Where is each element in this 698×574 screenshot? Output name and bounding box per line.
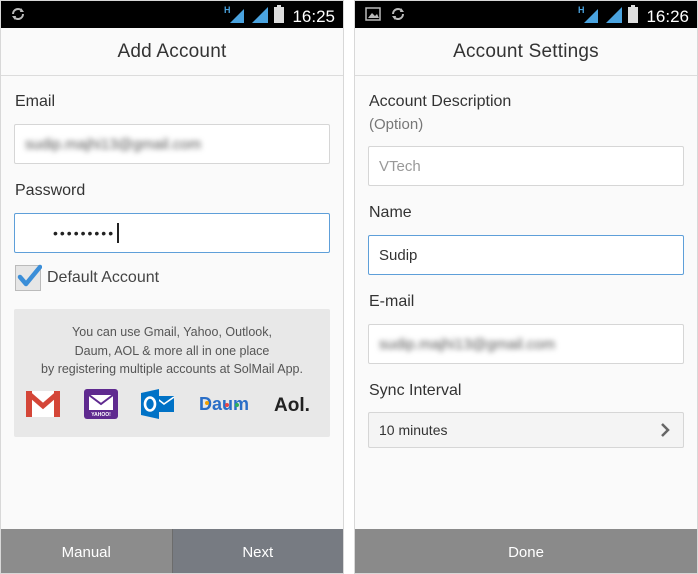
password-value: ••••••••• — [53, 225, 116, 241]
yahoo-logo-text: YAHOO! — [91, 412, 111, 418]
name-label: Name — [369, 204, 412, 221]
description-sublabel: (Option) — [369, 116, 424, 133]
signal-strength-icon — [606, 5, 623, 28]
email-value: sudip.majhi13@gmail.com — [379, 335, 556, 353]
promo-line-1: You can use Gmail, Yahoo, Outlook, — [72, 325, 272, 339]
default-account-row[interactable]: Default Account — [15, 264, 160, 291]
default-account-checkbox[interactable] — [15, 264, 42, 291]
description-field[interactable]: VTech — [368, 146, 684, 186]
daum-icon[interactable]: Daum — [199, 393, 251, 415]
image-notification-icon — [365, 7, 381, 26]
outlook-icon[interactable] — [141, 389, 175, 419]
chevron-right-icon — [659, 422, 671, 441]
page-title: Account Settings — [453, 40, 599, 62]
name-field[interactable]: Sudip — [368, 235, 684, 275]
battery-icon — [628, 5, 639, 28]
add-account-footer: Manual Next — [1, 529, 343, 573]
promo-line-3: by registering multiple accounts at SolM… — [41, 362, 303, 376]
sync-notification-icon — [391, 7, 405, 26]
network-type-label: H — [578, 5, 585, 15]
email-label: E-mail — [369, 293, 415, 310]
promo-line-2: Daum, AOL & more all in one place — [74, 343, 270, 358]
title-bar: Account Settings — [355, 28, 697, 76]
status-time: 16:26 — [646, 6, 689, 26]
account-settings-screen: H 16:26 Account Settings Account Descrip… — [354, 0, 698, 574]
name-value: Sudip — [379, 246, 418, 264]
description-label: Account Description — [369, 93, 512, 110]
signal-strength-icon — [252, 5, 269, 28]
email-label: Email — [15, 93, 56, 110]
manual-button[interactable]: Manual — [1, 529, 172, 573]
text-cursor — [117, 223, 120, 243]
gmail-icon[interactable] — [26, 391, 60, 417]
status-time: 16:25 — [292, 6, 335, 26]
sync-interval-value: 10 minutes — [379, 422, 448, 438]
status-bar: H 16:26 — [355, 1, 697, 28]
sync-notification-icon — [11, 7, 25, 26]
next-button[interactable]: Next — [171, 529, 343, 573]
title-bar: Add Account — [1, 28, 343, 76]
yahoo-icon[interactable]: YAHOO! — [83, 389, 118, 419]
status-bar: H 16:25 — [1, 1, 343, 28]
provider-promo-panel: You can use Gmail, Yahoo, Outlook, Daum,… — [14, 309, 330, 437]
sync-interval-select[interactable]: 10 minutes — [368, 412, 684, 448]
battery-icon — [274, 5, 285, 28]
network-type-label: H — [224, 5, 231, 15]
password-field[interactable]: ••••••••• — [14, 213, 330, 253]
page-title: Add Account — [117, 40, 227, 62]
done-button[interactable]: Done — [355, 529, 697, 573]
add-account-screen: H 16:25 Add Account Email sudip.majhi13@… — [0, 0, 344, 574]
sync-interval-label: Sync Interval — [369, 382, 462, 399]
description-value: VTech — [379, 157, 421, 175]
password-label: Password — [15, 182, 86, 199]
default-account-label: Default Account — [47, 269, 160, 286]
hspa-signal-icon: H — [224, 4, 246, 29]
email-field[interactable]: sudip.majhi13@gmail.com — [14, 124, 330, 164]
checkmark-icon — [17, 264, 42, 287]
aol-logo-text: Aol. — [274, 395, 310, 415]
hspa-signal-icon: H — [578, 4, 600, 29]
account-settings-footer: Done — [355, 529, 697, 573]
email-field[interactable]: sudip.majhi13@gmail.com — [368, 324, 684, 364]
aol-icon[interactable]: Aol. — [274, 393, 318, 415]
email-value: sudip.majhi13@gmail.com — [25, 135, 202, 153]
